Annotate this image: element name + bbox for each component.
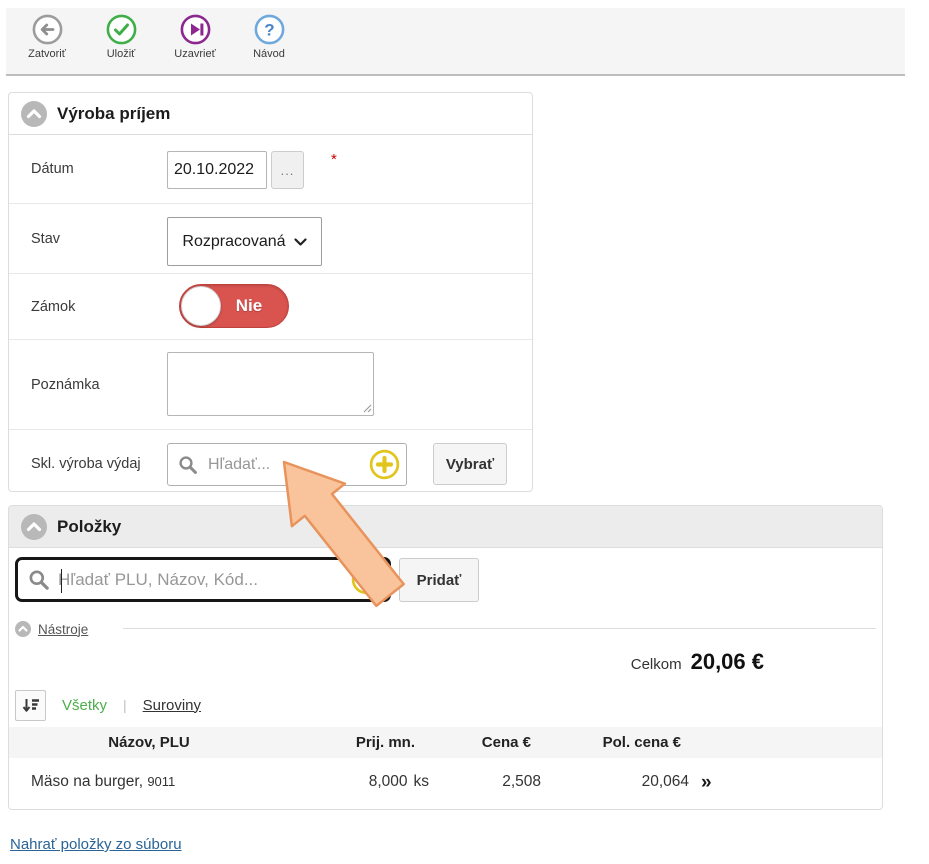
open-item-chevrons[interactable]: » [701, 773, 712, 792]
items-search-input[interactable] [56, 569, 351, 591]
resize-grip-icon[interactable] [362, 403, 372, 413]
toggle-state-label: Nie [222, 285, 276, 327]
collapse-icon[interactable] [21, 514, 47, 540]
required-asterisk: * [331, 151, 337, 168]
note-field-wrap [167, 352, 374, 416]
page: Zatvoriť Uložiť Uzavrieť ? Návod [0, 0, 929, 864]
date-picker-button[interactable]: ... [271, 151, 304, 189]
plus-circle-icon [369, 449, 400, 480]
status-label: Stav [31, 231, 60, 247]
search-icon [178, 455, 198, 475]
warehouse-row: Skl. výroba výdaj Vybrať [9, 429, 532, 497]
item-qty: 8,000 [369, 773, 408, 790]
filter-row: Všetky | Suroviny [15, 689, 201, 721]
status-select[interactable]: Rozpracovaná [167, 217, 322, 266]
item-plu: 9011 [147, 774, 175, 789]
table-header: Názov, PLU Prij. mn. Cena € Pol. cena € [9, 727, 882, 758]
item-name: Mäso na burger, [31, 773, 143, 790]
save-button[interactable]: Uložiť [88, 14, 154, 60]
column-header-price: Cena € [429, 734, 541, 751]
items-panel-header: Položky [9, 506, 882, 548]
check-icon [106, 14, 137, 45]
toggle-knob [181, 286, 221, 326]
toolbar: Zatvoriť Uložiť Uzavrieť ? Návod [6, 8, 905, 76]
warehouse-label: Skl. výroba výdaj [31, 456, 141, 472]
chevron-down-icon [294, 238, 307, 246]
question-icon: ? [254, 14, 285, 45]
date-label: Dátum [31, 161, 74, 177]
item-qty-cell: 8,000 ks [289, 773, 429, 791]
finalize-button[interactable]: Uzavrieť [162, 14, 228, 60]
status-select-value: Rozpracovaná [182, 233, 285, 251]
help-button[interactable]: ? Návod [236, 14, 302, 60]
lock-row: Zámok Nie [9, 273, 532, 339]
note-textarea[interactable] [167, 352, 374, 416]
warehouse-search-box [167, 443, 407, 486]
toolbar-button-label: Zatvoriť [28, 48, 66, 60]
collapse-icon-small [15, 621, 31, 637]
sort-descending-icon [21, 696, 40, 715]
toolbar-button-label: Návod [253, 48, 285, 60]
column-header-qty: Prij. mn. [289, 734, 429, 751]
collapse-icon[interactable] [21, 101, 47, 127]
item-price-cell: 2,508 [429, 773, 541, 791]
note-row: Poznámka [9, 339, 532, 429]
plus-circle-icon [351, 564, 382, 595]
item-line-total-cell: 20,064 [541, 773, 689, 791]
warehouse-add-button[interactable] [369, 449, 400, 480]
items-search-box [15, 557, 391, 602]
choose-warehouse-button[interactable]: Vybrať [433, 443, 507, 485]
panel-title: Položky [57, 517, 121, 537]
upload-items-link[interactable]: Nahrať položky zo súboru [10, 836, 182, 853]
add-item-button[interactable]: Pridať [399, 558, 479, 602]
total-row: Celkom 20,06 € [9, 649, 882, 675]
lock-toggle[interactable]: Nie [179, 284, 289, 328]
total-label: Celkom [631, 656, 682, 673]
panel-title: Výroba príjem [57, 104, 170, 124]
date-row: Dátum ... * [9, 135, 532, 203]
column-header-line-total: Pol. cena € [541, 734, 689, 751]
arrow-left-icon [32, 14, 63, 45]
svg-text:?: ? [264, 21, 274, 40]
table-row[interactable]: Mäso na burger, 9011 8,000 ks 2,508 20,06… [9, 758, 882, 806]
status-row: Stav Rozpracovaná [9, 203, 532, 273]
note-label: Poznámka [31, 377, 100, 393]
sort-button[interactable] [15, 690, 46, 721]
date-input[interactable] [167, 151, 267, 189]
search-icon [28, 569, 50, 591]
filter-raw-materials[interactable]: Suroviny [143, 697, 201, 714]
close-button[interactable]: Zatvoriť [14, 14, 80, 60]
filter-separator: | [123, 697, 127, 713]
toolbar-button-label: Uložiť [107, 48, 136, 60]
items-panel: Položky Pridať Nást [8, 505, 883, 810]
items-add-plus-button[interactable] [351, 564, 382, 595]
item-name-cell: Mäso na burger, 9011 [9, 773, 289, 791]
column-header-name: Názov, PLU [9, 734, 289, 751]
item-unit: ks [414, 773, 430, 790]
filter-all[interactable]: Všetky [62, 697, 107, 714]
skip-forward-icon [180, 14, 211, 45]
toolbar-button-label: Uzavrieť [174, 48, 215, 60]
tools-label: Nástroje [38, 622, 88, 637]
tools-row: Nástroje [15, 618, 88, 640]
lock-label: Zámok [31, 299, 75, 315]
production-panel-header: Výroba príjem [9, 93, 532, 135]
warehouse-search-input[interactable] [206, 455, 369, 475]
tools-toggle-link[interactable]: Nástroje [15, 621, 88, 637]
divider [123, 628, 876, 629]
total-value: 20,06 € [691, 649, 764, 675]
production-panel: Výroba príjem Dátum ... * Stav Rozpracov… [8, 92, 533, 492]
text-cursor [61, 569, 62, 593]
